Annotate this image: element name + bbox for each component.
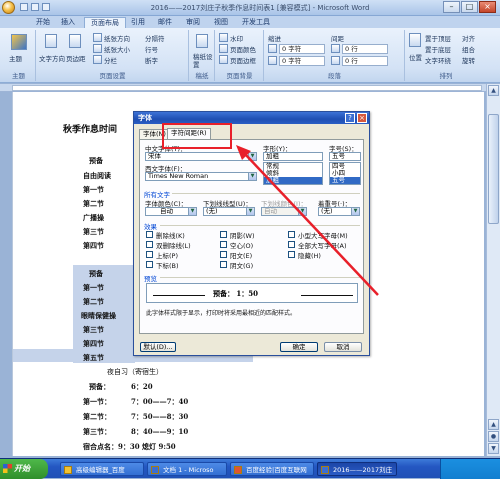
word-icon — [321, 466, 329, 474]
arrow-shaft — [244, 153, 379, 296]
taskbar-item-label: 文档 1 - Microso — [163, 466, 214, 474]
system-tray — [440, 459, 500, 479]
taskbar-item[interactable]: 文档 1 - Microso — [147, 462, 227, 476]
taskbar: 开始 高级编辑器_百度 文档 1 - Microso 百度经验|百度互联网 20… — [0, 458, 500, 479]
browser-icon — [234, 466, 242, 474]
taskbar-item[interactable]: 高级编辑器_百度 — [60, 462, 144, 476]
windows-logo-icon — [3, 464, 12, 473]
start-label: 开始 — [14, 464, 30, 473]
start-button[interactable]: 开始 — [0, 459, 48, 479]
taskbar-item-label: 百度经验|百度互联网 — [246, 466, 307, 474]
annotation-arrow — [236, 145, 379, 296]
word-icon — [151, 466, 159, 474]
browser-icon — [64, 466, 72, 474]
taskbar-item-label: 高级编辑器_百度 — [76, 466, 125, 474]
taskbar-item[interactable]: 百度经验|百度互联网 — [230, 462, 314, 476]
taskbar-item[interactable]: 2016——2017刘庄 — [317, 462, 397, 476]
taskbar-item-label: 2016——2017刘庄 — [333, 466, 393, 474]
